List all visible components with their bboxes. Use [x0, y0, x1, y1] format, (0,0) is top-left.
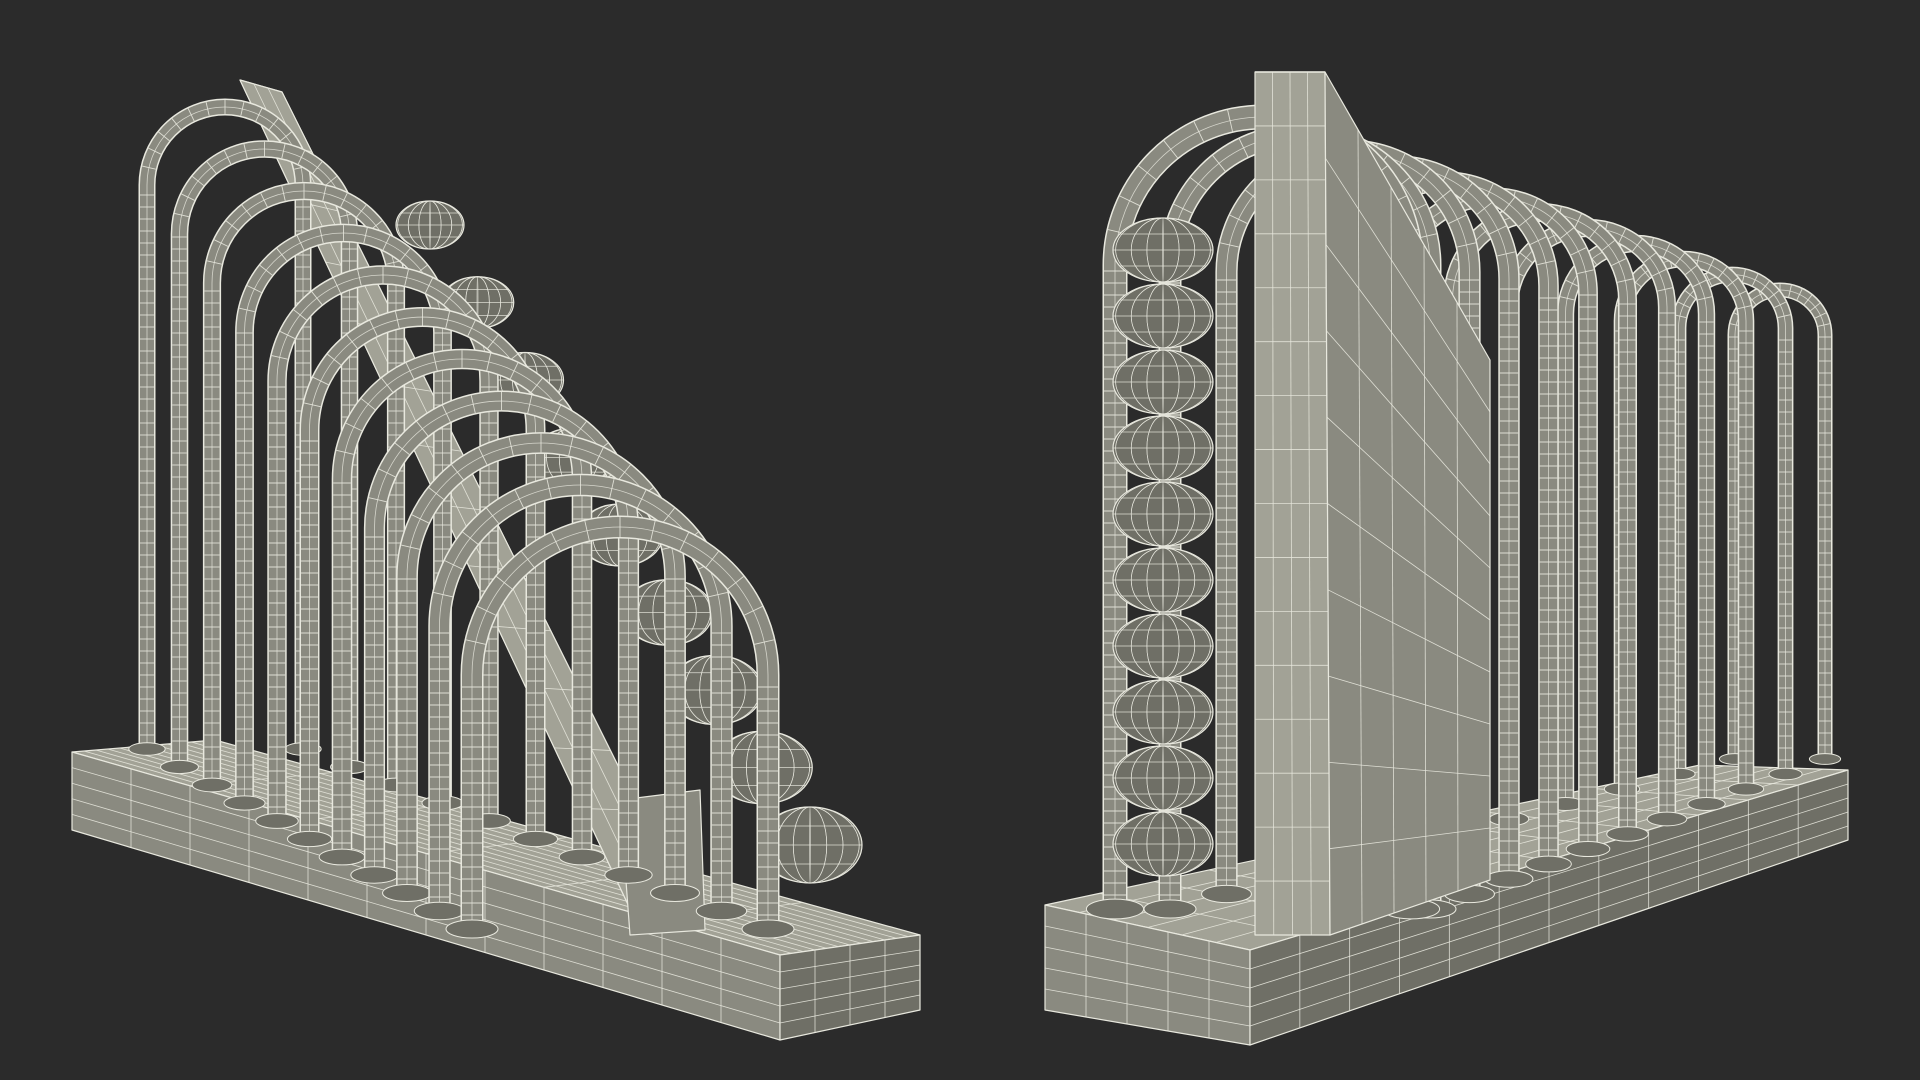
arch-foot: [382, 884, 432, 902]
arch-foot: [191, 777, 233, 793]
arch-foot: [1768, 767, 1803, 781]
abacus-bead: [1112, 415, 1214, 481]
arch-foot: [445, 919, 499, 939]
arch-foot: [1808, 753, 1842, 765]
abacus-bead: [395, 200, 465, 250]
arch-foot: [1085, 898, 1145, 920]
arch-foot: [350, 866, 399, 884]
arch-foot: [1687, 797, 1726, 811]
arch-foot: [1606, 826, 1649, 842]
arch-foot: [128, 742, 166, 756]
arch-foot: [650, 884, 700, 902]
arch-foot: [255, 813, 299, 829]
abacus-bead: [1112, 811, 1214, 877]
arch-foot: [695, 901, 748, 921]
left-view: [71, 79, 921, 1041]
abacus-bead: [1112, 217, 1214, 283]
wireframe-render: [71, 71, 1849, 1046]
abacus-bead: [1112, 349, 1214, 415]
right-view: [1044, 71, 1849, 1046]
abacus-bead: [1112, 481, 1214, 547]
arch-foot: [318, 848, 366, 866]
arch-foot: [1201, 884, 1252, 904]
arch-foot: [604, 866, 653, 884]
arch-foot: [223, 795, 266, 811]
arch-foot: [558, 848, 606, 866]
abacus-bead: [1112, 613, 1214, 679]
arch-foot: [160, 759, 199, 775]
arch-foot: [1727, 782, 1765, 796]
arch-foot: [413, 901, 466, 921]
arch-foot: [1484, 870, 1534, 888]
arch-foot: [1646, 811, 1688, 827]
abacus-bead: [1112, 679, 1214, 745]
arch-foot: [741, 919, 795, 939]
arch-foot: [512, 830, 559, 848]
arch-foot: [1525, 855, 1572, 873]
viewport: [0, 0, 1920, 1080]
abacus-bead: [1112, 283, 1214, 349]
arch-foot: [1143, 899, 1197, 919]
arch-foot: [286, 830, 333, 848]
abacus-bead: [1112, 745, 1214, 811]
arch-foot: [1565, 840, 1611, 858]
abacus-bead: [1112, 547, 1214, 613]
